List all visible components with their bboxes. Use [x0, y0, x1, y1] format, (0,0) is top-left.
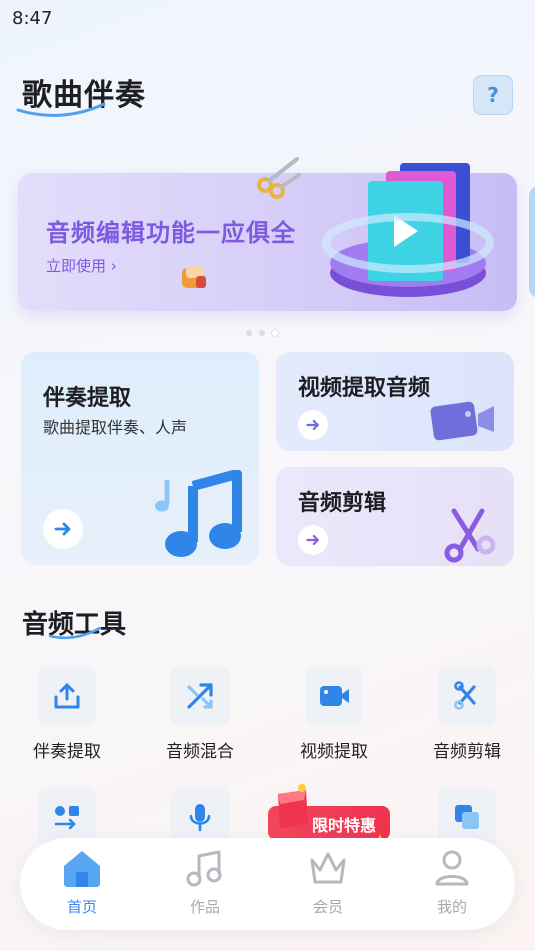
help-button[interactable]: ? — [473, 75, 513, 115]
banner-cta-link[interactable]: 立即使用 › — [46, 255, 117, 276]
tool-icon-box — [171, 667, 229, 725]
tool-icon-box — [38, 667, 96, 725]
tool-icon-box — [305, 667, 363, 725]
chevron-right-icon: › — [110, 257, 117, 275]
crown-icon — [310, 852, 346, 884]
arrow-right-icon — [54, 522, 71, 536]
video-camera-icon — [320, 686, 349, 706]
pagination-dot-active[interactable] — [272, 330, 278, 336]
arrow-right-button[interactable] — [298, 525, 328, 555]
tab-label: 会员 — [312, 898, 343, 916]
tab-membership[interactable]: 会员 — [288, 848, 368, 917]
shuffle-icon — [187, 683, 213, 709]
audio-edit-card[interactable]: 音频剪辑 — [276, 467, 514, 566]
pagination-dot[interactable] — [259, 330, 265, 336]
convert-icon — [54, 806, 79, 830]
video-stack-illustration — [322, 163, 494, 297]
pagination-dot[interactable] — [246, 330, 252, 336]
home-icon — [64, 851, 100, 887]
card-title: 音频剪辑 — [298, 491, 387, 516]
tool-label: 视频提取 — [300, 742, 368, 762]
tool-label: 音频剪辑 — [433, 742, 501, 762]
scissors-icon — [454, 681, 476, 710]
bottom-tab-bar: 首页 作品 会员 我的 — [20, 838, 515, 930]
banner-next-slide[interactable] — [529, 186, 535, 298]
microphone-icon — [189, 804, 211, 832]
tool-label: 伴奏提取 — [33, 742, 101, 762]
limited-offer-label: 限时特惠 — [312, 816, 377, 835]
arrow-right-icon — [306, 534, 319, 546]
scissors-decoration-icon — [257, 157, 301, 199]
tab-mine[interactable]: 我的 — [412, 848, 492, 917]
tool-audio-mix[interactable]: 音频混合 — [150, 667, 250, 762]
tab-label: 作品 — [189, 898, 220, 916]
scissors-illustration — [444, 508, 496, 563]
card-title: 伴奏提取 — [43, 386, 132, 411]
tool-icon-box — [438, 667, 496, 725]
tool-audio-edit[interactable]: 音频剪辑 — [417, 667, 517, 762]
tab-label: 我的 — [436, 898, 467, 916]
card-subtitle: 歌曲提取伴奏、人声 — [43, 418, 188, 437]
tab-label: 首页 — [66, 898, 97, 916]
banner-pagination — [246, 330, 278, 336]
card-title: 视频提取音频 — [298, 376, 431, 401]
banner-title: 音频编辑功能一应俱全 — [46, 219, 296, 247]
status-time: 8:47 — [12, 8, 53, 29]
music-note-icon — [186, 850, 222, 887]
tab-works[interactable]: 作品 — [165, 848, 245, 917]
accompaniment-extract-card[interactable]: 伴奏提取 歌曲提取伴奏、人声 — [21, 352, 259, 565]
video-camera-illustration — [430, 401, 494, 441]
banner-cta-label: 立即使用 — [46, 257, 107, 275]
tool-video-extract[interactable]: 视频提取 — [284, 667, 384, 762]
person-icon — [435, 850, 469, 886]
limited-offer-badge[interactable]: 限时特惠 — [268, 784, 390, 846]
arrow-right-icon — [306, 419, 319, 431]
music-note-illustration — [155, 470, 242, 557]
tool-accompaniment-extract[interactable]: 伴奏提取 — [17, 667, 117, 762]
tool-label: 音频混合 — [166, 742, 234, 762]
copy-icon — [455, 805, 479, 829]
arrow-right-button[interactable] — [298, 410, 328, 440]
upload-icon — [54, 683, 80, 709]
title-underline-decoration — [16, 102, 106, 117]
section-underline-decoration — [48, 626, 102, 640]
gift-icon — [278, 784, 308, 828]
video-extract-audio-card[interactable]: 视频提取音频 — [276, 352, 514, 451]
tab-home[interactable]: 首页 — [42, 848, 122, 917]
arrow-right-button[interactable] — [43, 509, 83, 549]
cube-decoration-icon — [182, 266, 206, 288]
